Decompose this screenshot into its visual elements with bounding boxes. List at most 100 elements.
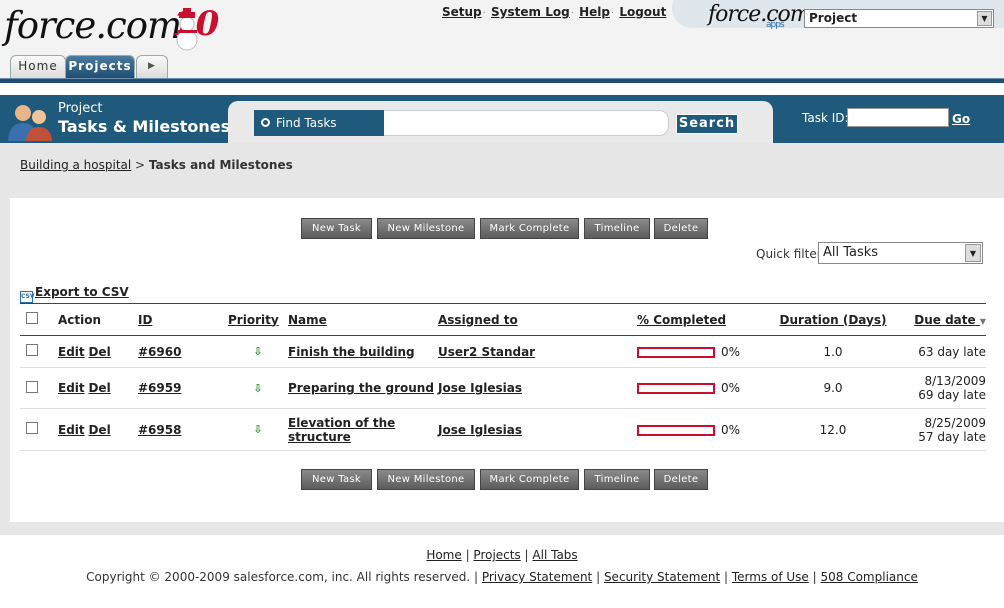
task-id-link[interactable]: #6958: [138, 423, 181, 437]
app-select[interactable]: Project ▼: [804, 9, 994, 28]
tab-home[interactable]: Home: [10, 55, 66, 78]
arrow-down-icon: ⇩: [228, 335, 288, 368]
new-task-button[interactable]: New Task: [301, 218, 372, 239]
task-name-link[interactable]: Elevation of the structure: [288, 416, 395, 444]
arrow-down-icon: ⇩: [228, 408, 288, 451]
breadcrumb-parent-link[interactable]: Building a hospital: [20, 158, 131, 172]
footer: Home | Projects | All Tabs Copyright © 2…: [0, 548, 1004, 584]
copyright: Copyright © 2000-2009 salesforce.com, in…: [86, 570, 471, 584]
edit-link[interactable]: Edit: [58, 381, 85, 395]
snowman-icon: [176, 8, 198, 51]
footer-legal: Copyright © 2000-2009 salesforce.com, in…: [86, 570, 918, 584]
export-csv-link[interactable]: Export to CSV: [35, 285, 129, 299]
quick-filter-label: Quick filter:: [756, 247, 826, 261]
select-all-checkbox[interactable]: [26, 312, 38, 324]
arrow-down-icon: ⇩: [228, 367, 288, 409]
late-status: 69 day late: [918, 388, 986, 402]
mark-complete-button[interactable]: Mark Complete: [480, 469, 579, 490]
new-milestone-button[interactable]: New Milestone: [377, 469, 475, 490]
col-id[interactable]: ID: [138, 303, 228, 336]
footer-nav: Home | Projects | All Tabs: [426, 548, 578, 562]
page-subtitle: Project: [58, 101, 103, 116]
export-csv: CSVExport to CSV: [20, 285, 129, 303]
new-task-button[interactable]: New Task: [301, 469, 372, 490]
col-priority[interactable]: Priority: [228, 303, 288, 336]
app-logo: force.com apps: [708, 2, 811, 30]
more-tabs-arrow-icon[interactable]: ▶: [136, 55, 168, 78]
col-completed[interactable]: % Completed: [637, 303, 773, 336]
table-row: Edit Del #6960 ⇩ Finish the building Use…: [20, 335, 986, 368]
task-id-label: Task ID:: [802, 111, 849, 125]
row-checkbox[interactable]: [26, 380, 38, 393]
assignee-link[interactable]: Jose Iglesias: [438, 381, 522, 395]
progress-bar: [637, 383, 715, 394]
row-checkbox[interactable]: [26, 422, 38, 434]
sort-desc-icon: ▼: [979, 316, 986, 326]
progress-bar: [637, 424, 715, 436]
duration-value: 1.0: [773, 335, 893, 368]
tasks-table: Action ID Priority Name Assigned to % Co…: [20, 303, 986, 451]
breadcrumb-current: Tasks and Milestones: [148, 158, 293, 172]
help-link[interactable]: Help: [579, 5, 610, 19]
progress-value: 0%: [721, 381, 741, 395]
tab-projects[interactable]: Projects: [65, 55, 135, 78]
table-row: Edit Del #6959 ⇩ Preparing the ground Jo…: [20, 367, 986, 409]
due-date: 8/25/2009: [924, 415, 986, 430]
task-name-link[interactable]: Preparing the ground: [288, 381, 434, 395]
compliance-link[interactable]: 508 Compliance: [820, 570, 917, 584]
search-icon: [261, 118, 270, 127]
security-link[interactable]: Security Statement: [604, 570, 720, 584]
system-log-link[interactable]: System Log: [491, 5, 570, 19]
edit-link[interactable]: Edit: [58, 345, 85, 359]
delete-button[interactable]: Delete: [654, 469, 708, 490]
go-button[interactable]: Go: [952, 112, 970, 126]
timeline-button[interactable]: Timeline: [584, 469, 650, 490]
del-link[interactable]: Del: [88, 381, 110, 395]
people-icon: [8, 105, 52, 141]
delete-button[interactable]: Delete: [654, 218, 708, 239]
assignee-link[interactable]: User2 Standar: [438, 345, 535, 359]
force-logo[interactable]: force.com 10: [4, 2, 226, 54]
assignee-link[interactable]: Jose Iglesias: [438, 423, 522, 437]
late-status: 63 day late: [918, 344, 986, 359]
table-row: Edit Del #6958 ⇩ Elevation of the struct…: [20, 408, 986, 451]
task-id-link[interactable]: #6960: [138, 345, 181, 359]
header-divider: [0, 78, 1004, 83]
duration-value: 9.0: [773, 367, 893, 409]
chevron-down-icon: ▼: [977, 11, 992, 26]
del-link[interactable]: Del: [88, 345, 110, 359]
duration-value: 12.0: [773, 408, 893, 451]
timeline-button[interactable]: Timeline: [584, 218, 650, 239]
new-milestone-button[interactable]: New Milestone: [377, 218, 475, 239]
setup-link[interactable]: Setup: [442, 5, 482, 19]
footer-home-link[interactable]: Home: [426, 548, 461, 562]
mark-complete-button[interactable]: Mark Complete: [480, 218, 579, 239]
search-button[interactable]: Search: [676, 114, 738, 134]
progress-value: 0%: [721, 422, 741, 437]
footer-all-tabs-link[interactable]: All Tabs: [532, 548, 577, 562]
col-assigned[interactable]: Assigned to: [438, 303, 637, 336]
task-name-link[interactable]: Finish the building: [288, 345, 415, 359]
terms-link[interactable]: Terms of Use: [732, 570, 809, 584]
col-due-date[interactable]: Due date ▼: [893, 303, 986, 336]
edit-link[interactable]: Edit: [58, 423, 85, 437]
table-header-row: Action ID Priority Name Assigned to % Co…: [20, 303, 986, 336]
chevron-down-icon: ▼: [965, 244, 981, 262]
task-id-input[interactable]: [847, 108, 949, 127]
late-status: 57 day late: [918, 429, 986, 444]
col-name[interactable]: Name: [288, 303, 438, 336]
logo-text: force.com: [4, 4, 182, 47]
breadcrumb: Building a hospital > Tasks and Mileston…: [20, 158, 293, 172]
row-checkbox[interactable]: [26, 344, 38, 356]
due-date: 8/13/2009: [924, 374, 986, 388]
privacy-link[interactable]: Privacy Statement: [482, 570, 592, 584]
csv-icon: CSV: [20, 291, 34, 303]
logout-link[interactable]: Logout: [619, 5, 666, 19]
col-duration[interactable]: Duration (Days): [773, 303, 893, 336]
quick-filter-select[interactable]: All Tasks ▼: [818, 242, 983, 264]
footer-projects-link[interactable]: Projects: [473, 548, 520, 562]
del-link[interactable]: Del: [88, 423, 110, 437]
progress-value: 0%: [721, 344, 741, 359]
page-title: Tasks & Milestones: [58, 117, 231, 136]
task-id-link[interactable]: #6959: [138, 381, 181, 395]
